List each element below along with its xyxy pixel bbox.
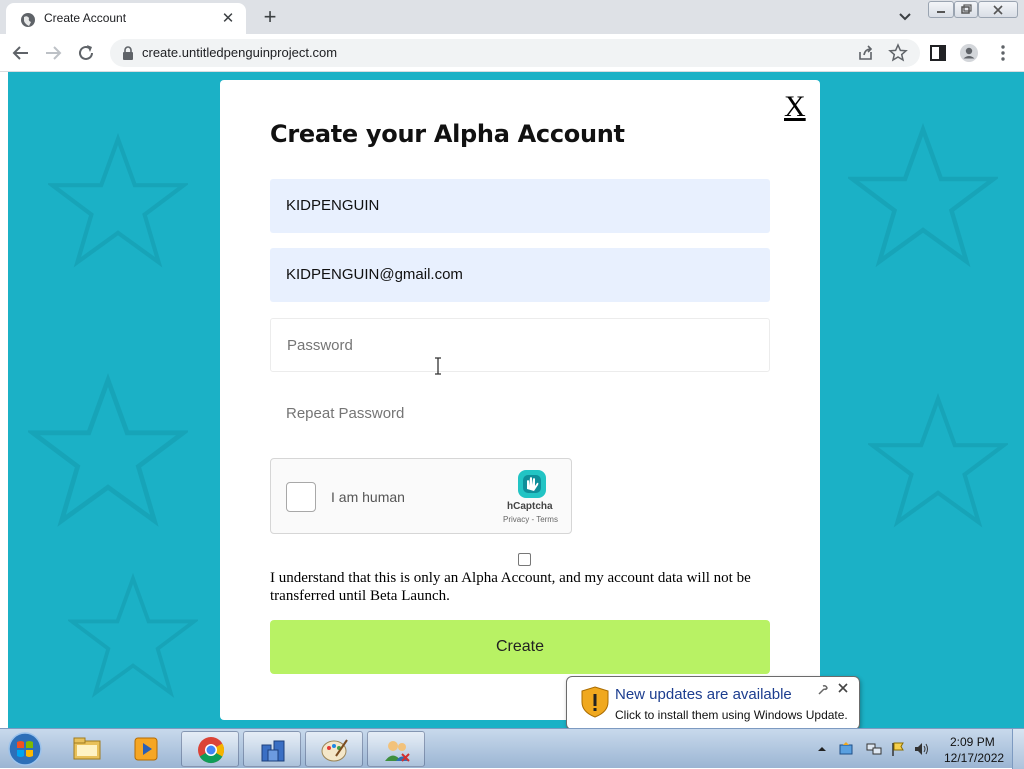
page-background: X Create your Alpha Account KIDPENGUIN K… (8, 72, 1024, 728)
hcaptcha-logo-icon (518, 470, 546, 498)
paint-palette-icon (321, 739, 348, 762)
update-notification-balloon[interactable]: New updates are available Click to insta… (566, 676, 860, 743)
browser-tab[interactable]: Create Account ✕ (6, 3, 246, 34)
username-field[interactable]: KIDPENGUIN (270, 179, 770, 233)
close-window-button[interactable] (978, 1, 1018, 18)
bookmark-star-icon[interactable] (888, 43, 908, 63)
agree-checkbox[interactable] (518, 553, 531, 566)
taskbar-explorer[interactable] (58, 731, 116, 767)
forward-arrow-icon[interactable] (42, 42, 64, 64)
folder-icon (73, 737, 101, 760)
email-field[interactable]: KIDPENGUIN@gmail.com (270, 248, 770, 302)
side-panel-icon[interactable] (928, 43, 948, 63)
hcaptcha-widget: I am human hCaptcha Privacy - Terms (270, 458, 572, 534)
tab-title: Create Account (44, 11, 127, 25)
background-star-decoration (48, 132, 188, 268)
text-cursor-icon (435, 357, 441, 375)
windows-update-tray-icon[interactable] (838, 741, 854, 757)
agree-text: I understand that this is only an Alpha … (270, 570, 751, 604)
url-text[interactable]: create.untitledpenguinproject.com (142, 45, 337, 60)
dialog-title: Create your Alpha Account (270, 120, 625, 148)
password-field[interactable]: Password (270, 318, 770, 372)
taskbar-chrome[interactable] (181, 731, 239, 767)
clock-time[interactable]: 2:09 PM (950, 735, 995, 749)
warning-shield-icon (581, 686, 609, 718)
reload-icon[interactable] (75, 42, 97, 64)
background-star-decoration (868, 392, 1008, 528)
repeat-password-field[interactable]: Repeat Password (270, 387, 770, 441)
action-center-flag-icon[interactable] (890, 741, 906, 757)
captcha-privacy-terms[interactable]: Privacy - Terms (503, 515, 558, 524)
tab-close-icon[interactable]: ✕ (218, 9, 238, 27)
taskbar-paint[interactable] (305, 731, 363, 767)
globe-icon (21, 13, 35, 27)
create-account-dialog: X Create your Alpha Account KIDPENGUIN K… (220, 80, 820, 720)
volume-icon[interactable] (913, 741, 929, 757)
tray-overflow-arrow-icon[interactable] (814, 741, 830, 757)
captcha-label: I am human (331, 489, 405, 505)
taskbar-media-player[interactable] (118, 731, 176, 767)
network-app-icon (261, 740, 285, 762)
share-icon[interactable] (856, 43, 876, 63)
browser-tab-strip: Create Account ✕ + (0, 0, 1024, 34)
close-icon (993, 5, 1003, 15)
tab-search-chevron-icon[interactable] (896, 7, 914, 25)
notification-close-icon[interactable] (837, 682, 849, 694)
captcha-brand: hCaptcha (507, 501, 553, 512)
taskbar-network-app[interactable] (243, 731, 301, 767)
clock-date[interactable]: 12/17/2022 (944, 751, 1004, 765)
windows-taskbar: 2:09 PM 12/17/2022 (0, 728, 1024, 769)
profile-avatar-icon[interactable] (959, 43, 979, 63)
background-star-decoration (28, 372, 188, 527)
notification-body: Click to install them using Windows Upda… (615, 708, 848, 722)
address-bar[interactable]: create.untitledpenguinproject.com (110, 39, 920, 67)
wrench-icon[interactable] (817, 684, 829, 696)
network-tray-icon[interactable] (866, 741, 882, 757)
background-star-decoration (68, 572, 198, 698)
notification-title: New updates are available (615, 686, 792, 703)
more-menu-icon[interactable] (993, 43, 1013, 63)
back-arrow-icon[interactable] (10, 42, 32, 64)
dialog-close-button[interactable]: X (784, 90, 806, 124)
minimize-button[interactable] (928, 1, 954, 18)
start-button-icon[interactable] (6, 731, 44, 767)
create-button[interactable]: Create (270, 620, 770, 674)
captcha-checkbox[interactable] (286, 482, 316, 512)
restore-icon (961, 4, 972, 14)
browser-toolbar: create.untitledpenguinproject.com (0, 34, 1024, 72)
minimize-icon (937, 11, 945, 13)
users-icon (385, 741, 410, 762)
lock-icon[interactable] (122, 46, 134, 60)
show-desktop-button[interactable] (1012, 729, 1024, 769)
restore-button[interactable] (954, 1, 978, 18)
media-player-icon (134, 737, 158, 761)
background-star-decoration (848, 122, 998, 268)
taskbar-users-app[interactable] (367, 731, 425, 767)
chrome-icon (198, 737, 225, 764)
new-tab-button[interactable]: + (258, 4, 282, 30)
